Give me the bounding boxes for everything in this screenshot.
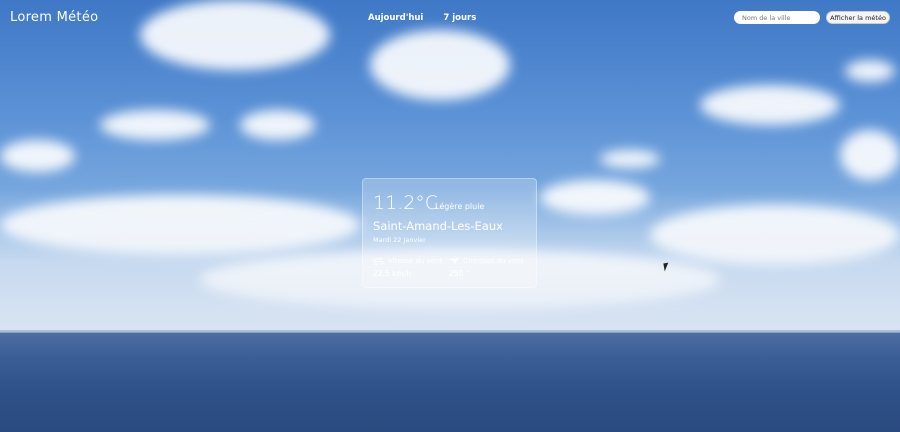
date: Mardi 22 Janvier bbox=[373, 236, 426, 244]
wind-speed-label: Vitesse du vent bbox=[388, 257, 443, 265]
cloud bbox=[840, 130, 900, 180]
wind-direction-label: Direction du vent bbox=[463, 257, 524, 265]
cloud bbox=[700, 85, 840, 125]
temperature: 11.2°C bbox=[373, 192, 439, 214]
brand-logo[interactable]: Lorem Météo bbox=[10, 10, 98, 25]
cloud bbox=[100, 110, 210, 140]
horizon bbox=[0, 330, 900, 333]
wind-direction-block: Direction du vent 250 ° bbox=[449, 257, 524, 278]
city-search-input[interactable] bbox=[734, 11, 820, 24]
show-weather-button[interactable]: Afficher la météo bbox=[826, 11, 890, 24]
weather-condition: Légère pluie bbox=[435, 202, 485, 211]
wind-speed-value: 22.5 km/h bbox=[373, 269, 412, 278]
cloud bbox=[845, 60, 895, 82]
city-name: Saint-Amand-Les-Eaux bbox=[373, 219, 503, 233]
cloud bbox=[140, 0, 330, 70]
direction-arrow-icon bbox=[449, 257, 459, 265]
nav-today[interactable]: Aujourd'hui bbox=[368, 13, 423, 23]
main-nav: Aujourd'hui 7 jours bbox=[368, 13, 476, 23]
cloud bbox=[370, 30, 510, 100]
sea bbox=[0, 332, 900, 432]
weather-card: 11.2°C Légère pluie Saint-Amand-Les-Eaux… bbox=[362, 178, 537, 288]
wind-direction-value: 250 ° bbox=[449, 269, 470, 278]
cloud bbox=[600, 150, 660, 168]
cloud bbox=[0, 140, 75, 172]
nav-7-days[interactable]: 7 jours bbox=[443, 13, 476, 23]
wind-speed-block: Vitesse du vent 22.5 km/h bbox=[373, 257, 442, 278]
wind-icon bbox=[373, 257, 384, 265]
cloud bbox=[240, 110, 315, 140]
